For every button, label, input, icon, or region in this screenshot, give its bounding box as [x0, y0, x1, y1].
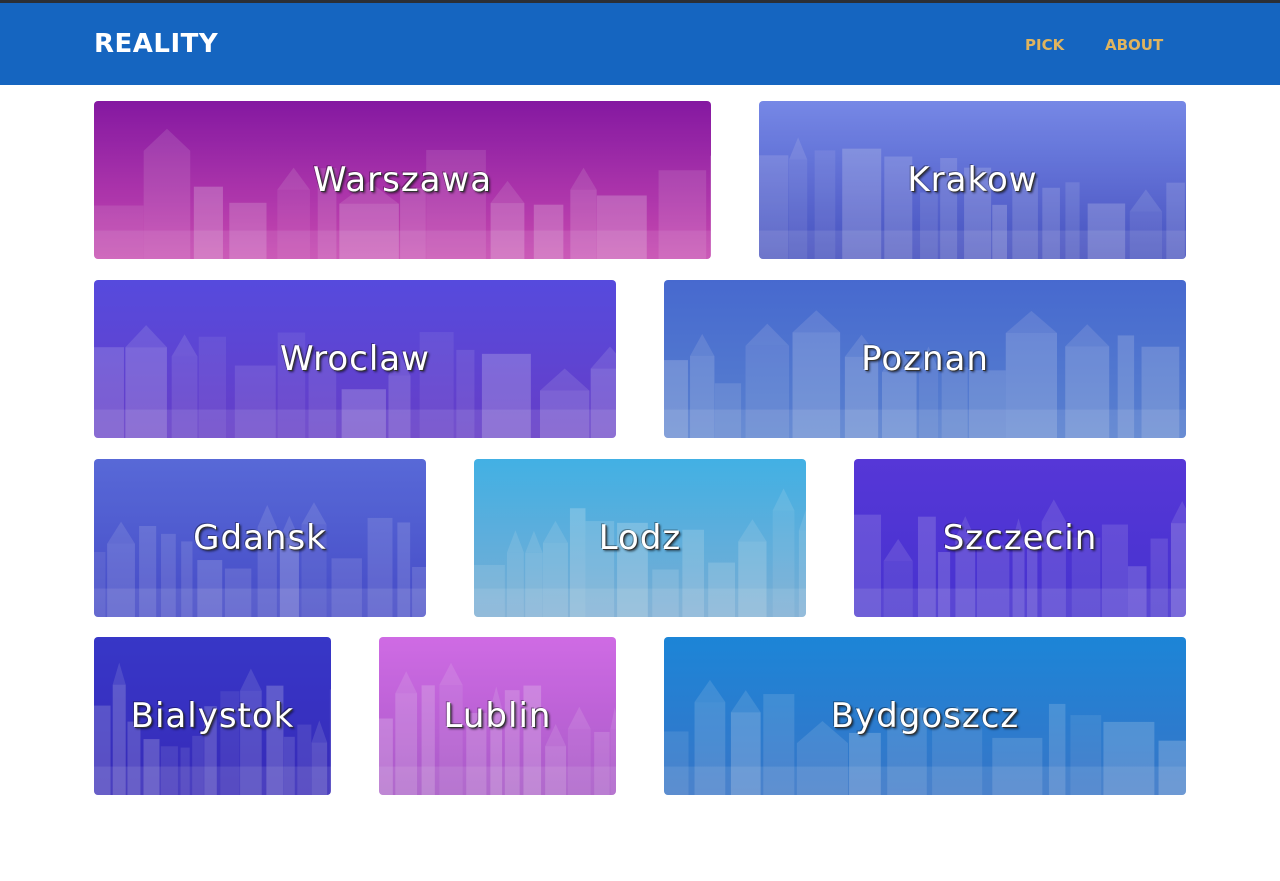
- city-card-wroclaw[interactable]: Wroclaw: [94, 280, 616, 438]
- city-card-szczecin[interactable]: Szczecin: [854, 459, 1186, 617]
- nav-link-pick[interactable]: PICK: [1025, 36, 1064, 54]
- city-card-warszawa[interactable]: Warszawa: [94, 101, 711, 259]
- city-card-gdansk[interactable]: Gdansk: [94, 459, 426, 617]
- city-name: Gdansk: [193, 518, 327, 558]
- city-name: Szczecin: [942, 518, 1098, 558]
- nav-link-about[interactable]: ABOUT: [1105, 36, 1163, 54]
- city-card-krakow[interactable]: Krakow: [759, 101, 1186, 259]
- city-name: Bialystok: [130, 696, 295, 736]
- city-card-bialystok[interactable]: Bialystok: [94, 637, 331, 795]
- city-name: Lublin: [443, 696, 552, 736]
- city-card-lodz[interactable]: Lodz: [474, 459, 806, 617]
- city-card-poznan[interactable]: Poznan: [664, 280, 1186, 438]
- city-name: Poznan: [861, 339, 989, 379]
- city-name: Bydgoszcz: [830, 696, 1020, 736]
- brand-logo[interactable]: REALITY: [94, 29, 218, 59]
- city-name: Krakow: [907, 160, 1038, 200]
- city-card-lublin[interactable]: Lublin: [379, 637, 616, 795]
- city-name: Lodz: [598, 518, 682, 558]
- city-card-bydgoszcz[interactable]: Bydgoszcz: [664, 637, 1186, 795]
- city-name: Wroclaw: [280, 339, 430, 379]
- city-name: Warszawa: [312, 160, 493, 200]
- navbar: REALITY PICK ABOUT: [0, 3, 1280, 85]
